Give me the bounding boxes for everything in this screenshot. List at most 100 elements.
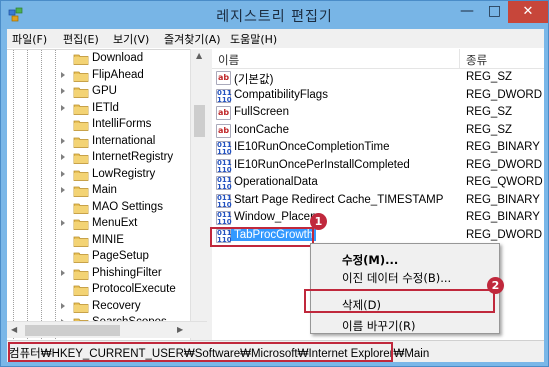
tree-item-label: Recovery [92,299,141,312]
tree-item-phishingfilter[interactable]: PhishingFilter [7,266,189,282]
tree-item-international[interactable]: International [7,134,189,150]
folder-icon [73,269,89,280]
value-row[interactable]: ab IconCache REG_SZ [212,123,544,140]
tree-item-label: MenuExt [92,217,138,229]
tree-item-label: PhishingFilter [92,266,162,279]
binary-value-icon: 011 110 [216,88,232,104]
value-row[interactable]: ab (기본값) REG_SZ [212,70,544,87]
context-menu-rename[interactable]: 이름 바꾸기(R) [312,314,498,335]
expand-arrow-icon[interactable] [61,187,65,193]
expand-arrow-icon[interactable] [61,104,65,111]
tree-item-label: IntelliForms [92,118,152,130]
step-marker-1: 1 [310,213,327,230]
binary-value-icon: 011 110 [216,211,232,226]
value-row[interactable]: 011 110 Start Page Redirect Cache_TIMESTA… [212,193,544,210]
scroll-up-arrow-icon[interactable]: ▲ [196,51,202,60]
tree-vertical-thumb[interactable] [194,105,205,137]
tree-item-label: Main [92,184,117,196]
expand-arrow-icon[interactable] [61,220,65,226]
status-highlight-box [8,342,393,362]
tree-item-minie[interactable]: MINIE [7,233,189,249]
close-button[interactable]: ✕ [508,1,548,23]
tree-item-recovery[interactable]: Recovery [7,299,189,315]
tree-horizontal-scrollbar[interactable]: ◀ ▶ [7,321,207,338]
tree-item-protocolexecute[interactable]: ProtocolExecute [7,282,189,298]
tree-item-intelliforms[interactable]: IntelliForms [7,117,189,133]
context-menu-modify-binary-label: 이진 데이터 수정(B)... [342,271,452,285]
folder-icon [73,87,89,98]
tree-item-label: International [92,134,156,147]
value-row[interactable]: 011 110 OperationalData REG_QWORD [212,175,544,192]
folder-icon [73,54,89,65]
tree-item-mao-settings[interactable]: MAO Settings [7,200,189,216]
menu-file[interactable]: 파일(F) [12,31,47,47]
value-name: FullScreen [234,106,289,118]
context-menu-modify-binary[interactable]: 이진 데이터 수정(B)... [312,266,498,287]
value-name: IE10RunOnceCompletionTime [234,141,390,153]
tree-item-pagesetup[interactable]: PageSetup [7,249,189,265]
value-row[interactable]: 011 110 CompatibilityFlags REG_DWORD [212,88,544,105]
minimize-button[interactable]: — [453,1,481,23]
expand-arrow-icon[interactable] [61,269,65,276]
tree-item-label: GPU [92,85,117,97]
column-header-name[interactable]: 이름 [218,52,239,68]
folder-icon [73,170,89,181]
tree-item-download[interactable]: Download [7,51,189,67]
tree-item-menuext[interactable]: MenuExt [7,216,189,232]
value-row[interactable]: 011 110 IE10RunOnceCompletionTime REG_BINA… [212,140,544,157]
menu-help[interactable]: 도움말(H) [230,31,277,47]
value-row[interactable]: 011 110 IE10RunOncePerInstallCompleted REG… [212,158,544,175]
string-value-icon: ab [216,123,231,138]
value-type: REG_SZ [466,123,513,136]
tree-horizontal-thumb[interactable] [25,325,120,336]
tree-item-flipahead[interactable]: FlipAhead [7,68,189,84]
column-header-type[interactable]: 종류 [466,52,487,68]
list-header: 이름 종류 [212,49,544,69]
expand-arrow-icon[interactable] [61,71,65,78]
tree-item-label: IETld [92,101,119,114]
tree-item-label: MAO Settings [92,200,163,213]
key-tree[interactable]: Download FlipAhead GPU IETld IntelliForms Int… [7,49,207,340]
expand-arrow-icon[interactable] [61,154,65,160]
tree-vertical-scrollbar[interactable]: ▲ ▼ [190,49,207,340]
folder-icon [73,137,89,148]
expand-arrow-icon[interactable] [61,170,65,177]
folder-icon [73,186,89,197]
menu-favorites[interactable]: 즐겨찾기(A) [164,31,221,47]
value-type: REG_SZ [466,106,513,118]
menu-edit[interactable]: 편집(E) [63,31,99,47]
value-name: CompatibilityFlags [234,88,328,101]
folder-icon [73,285,89,296]
menu-view[interactable]: 보기(V) [113,31,149,47]
title-bar[interactable]: 레지스트리 편집기 — □ ✕ [1,1,548,29]
expand-arrow-icon[interactable] [61,88,65,94]
binary-value-icon: 011 110 [216,158,232,174]
folder-icon [73,302,89,313]
scroll-left-arrow-icon[interactable]: ◀ [11,325,17,334]
tree-item-main[interactable]: Main [7,183,189,199]
value-type: REG_BINARY [466,141,540,153]
binary-value-icon: 011 110 [216,193,232,209]
tree-item-internetregistry[interactable]: InternetRegistry [7,150,189,166]
folder-icon [73,120,89,131]
expand-arrow-icon[interactable] [61,302,65,309]
value-type: REG_DWORD [466,158,543,171]
value-name: IconCache [234,123,289,136]
string-value-icon: ab [216,71,231,85]
tree-item-lowregistry[interactable]: LowRegistry [7,167,189,183]
tree-item-ietld[interactable]: IETld [7,101,189,117]
context-menu-rename-label: 이름 바꾸기(R) [342,319,416,333]
scroll-right-arrow-icon[interactable]: ▶ [177,325,183,334]
value-name: OperationalData [234,176,318,188]
expand-arrow-icon[interactable] [61,137,65,144]
value-type: REG_QWORD [466,176,543,188]
tree-item-label: InternetRegistry [92,151,174,163]
tree-item-gpu[interactable]: GPU [7,84,189,100]
value-name: Window_Placen [234,211,317,223]
column-separator[interactable] [459,49,460,69]
folder-icon [73,203,89,214]
maximize-button[interactable]: □ [481,1,508,23]
value-row[interactable]: ab FullScreen REG_SZ [212,105,544,122]
value-row[interactable]: 011 110 Window_Placen REG_BINARY [212,210,544,227]
value-type: REG_DWORD [466,88,543,101]
